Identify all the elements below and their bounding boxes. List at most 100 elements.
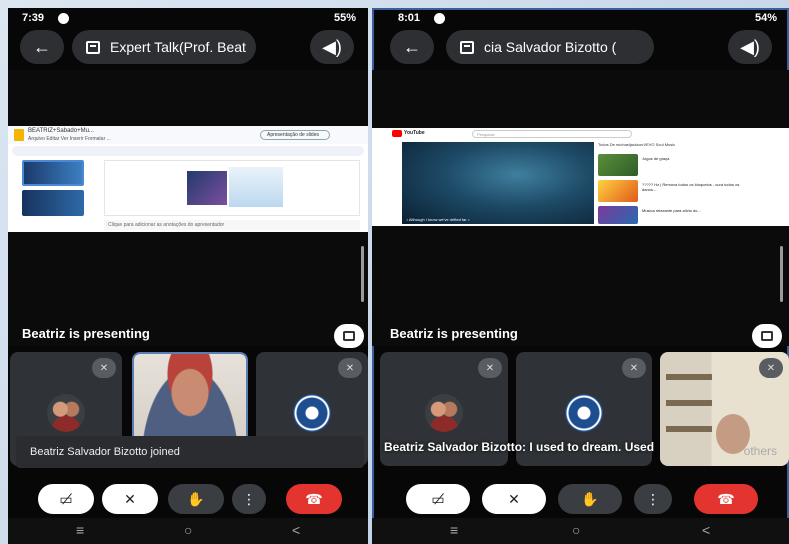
slides-header: BEATRIZ+Sabado+Mu... Arquivo Editar Ver … <box>8 126 368 144</box>
back-nav-icon[interactable]: < <box>702 522 710 538</box>
mic-off-icon: ✕ <box>508 490 520 507</box>
raise-hand-button[interactable]: ✋ <box>558 484 622 514</box>
meeting-title: Expert Talk(Prof. Beat <box>110 39 246 55</box>
scrollbar[interactable] <box>361 246 364 302</box>
speaker-icon: ◀) <box>322 36 342 57</box>
presenting-label: Beatriz is presenting <box>390 326 518 341</box>
meeting-header: ← Expert Talk(Prof. Beat ◀) <box>8 30 368 64</box>
meeting-title-pill[interactable]: Expert Talk(Prof. Beat <box>72 30 256 64</box>
slides-toolbar <box>12 146 364 156</box>
battery-level: 54% <box>754 12 777 24</box>
others-label: others <box>743 444 777 458</box>
shared-screen-slides: BEATRIZ+Sabado+Mu... Arquivo Editar Ver … <box>8 126 368 232</box>
slide-thumbnail <box>22 160 84 186</box>
back-button[interactable]: ← <box>390 30 434 64</box>
right-phone-screen: 8:01 54% ← cia Salvador Bizotto ( ◀) You… <box>372 8 789 544</box>
bookshelf <box>666 400 712 406</box>
filter-chips: Todos De michaeljacksonVEVO Soul Music <box>598 142 676 147</box>
video-caption: ♪ Although I know we've drifted far ♪ <box>406 217 470 222</box>
slides-menu: Arquivo Editar Ver Inserir Formatar ... <box>28 136 111 142</box>
youtube-logo-icon <box>392 130 402 137</box>
back-nav-icon[interactable]: < <box>292 522 300 538</box>
slide-image <box>187 171 227 205</box>
recommended-thumbnail <box>598 180 638 202</box>
arrow-left-icon: ← <box>403 36 421 57</box>
raise-hand-button[interactable]: ✋ <box>168 484 224 514</box>
menu-nav-icon[interactable]: ≡ <box>450 522 458 538</box>
menu-nav-icon[interactable]: ≡ <box>76 522 84 538</box>
youtube-brand: YouTube <box>404 130 425 136</box>
fullscreen-icon <box>761 331 773 341</box>
status-time: 7:39 <box>22 12 45 24</box>
youtube-search: Pesquisar <box>472 130 632 138</box>
slides-logo-icon <box>14 129 24 141</box>
speaker-icon: ◀) <box>740 36 760 57</box>
android-nav-bar: ≡ ○ < <box>8 518 368 544</box>
speaker-button[interactable]: ◀) <box>310 30 354 64</box>
avatar <box>565 394 603 432</box>
meeting-header: ← cia Salvador Bizotto ( ◀) <box>372 30 789 64</box>
more-options-button[interactable]: ⋮ <box>232 484 266 514</box>
status-bar: 7:39 55% <box>8 8 368 28</box>
mic-off-button[interactable]: ✕ <box>482 484 546 514</box>
join-notification: Beatriz Salvador Bizotto joined <box>16 436 364 468</box>
call-controls: ▭̸ ✕ ✋ ⋮ ☎ <box>372 480 789 520</box>
calendar-icon <box>460 40 474 54</box>
end-call-button[interactable]: ☎ <box>286 484 342 514</box>
hang-up-icon: ☎ <box>305 490 323 507</box>
battery-level: 55% <box>333 12 356 24</box>
hand-icon: ✋ <box>581 490 599 507</box>
hang-up-icon: ☎ <box>717 490 735 507</box>
bookshelf <box>666 426 712 432</box>
call-controls: ▭̸ ✕ ✋ ⋮ ☎ <box>8 480 368 520</box>
more-options-button[interactable]: ⋮ <box>634 484 672 514</box>
end-call-button[interactable]: ☎ <box>694 484 758 514</box>
scrollbar[interactable] <box>780 246 783 302</box>
status-bar: 8:01 54% <box>372 8 789 28</box>
youtube-header: YouTube Pesquisar <box>372 128 789 140</box>
mic-off-icon: ✕ <box>759 358 783 378</box>
avatar <box>47 394 85 432</box>
live-caption: Beatriz Salvador Bizotto: I used to drea… <box>384 440 655 454</box>
camera-off-button[interactable]: ▭̸ <box>38 484 94 514</box>
mic-off-icon: ✕ <box>338 358 362 378</box>
home-nav-icon[interactable]: ○ <box>184 522 192 538</box>
speaker-button[interactable]: ◀) <box>728 30 772 64</box>
notification-icon <box>434 13 445 24</box>
slide-canvas <box>104 160 360 216</box>
mic-off-button[interactable]: ✕ <box>102 484 158 514</box>
shared-screen-youtube: YouTube Pesquisar ♪ Although I know we'v… <box>372 128 789 226</box>
recommended-title: ????? Hz | Remova todos os bloqueios - c… <box>642 182 740 192</box>
recommended-title: Jogos de graça <box>642 156 670 161</box>
presenting-label: Beatriz is presenting <box>22 326 150 341</box>
notification-icon <box>58 13 69 24</box>
home-nav-icon[interactable]: ○ <box>572 522 580 538</box>
slide-image <box>229 167 283 207</box>
slide-thumbnail <box>22 190 84 216</box>
android-nav-bar: ≡ ○ < <box>372 518 789 544</box>
hand-icon: ✋ <box>187 490 205 507</box>
mic-off-icon: ✕ <box>124 490 136 507</box>
mic-off-icon: ✕ <box>622 358 646 378</box>
calendar-icon <box>86 40 100 54</box>
camera-off-icon: ▭̸ <box>431 490 445 507</box>
meeting-title: cia Salvador Bizotto ( <box>484 39 617 55</box>
slideshow-button: Apresentação de slides <box>260 130 330 140</box>
fullscreen-button[interactable] <box>334 324 364 348</box>
recommended-title: Música relaxante para alívio do... <box>642 208 701 213</box>
fullscreen-button[interactable] <box>752 324 782 348</box>
more-vert-icon: ⋮ <box>242 490 256 507</box>
more-vert-icon: ⋮ <box>646 490 660 507</box>
recommended-thumbnail <box>598 206 638 224</box>
recommended-thumbnail <box>598 154 638 176</box>
meeting-title-pill[interactable]: cia Salvador Bizotto ( <box>446 30 654 64</box>
avatar <box>293 394 331 432</box>
bookshelf <box>666 374 712 380</box>
fullscreen-icon <box>343 331 355 341</box>
back-button[interactable]: ← <box>20 30 64 64</box>
camera-off-button[interactable]: ▭̸ <box>406 484 470 514</box>
camera-off-icon: ▭̸ <box>59 490 73 507</box>
arrow-left-icon: ← <box>33 36 51 57</box>
status-time: 8:01 <box>398 12 421 24</box>
mic-off-icon: ✕ <box>478 358 502 378</box>
